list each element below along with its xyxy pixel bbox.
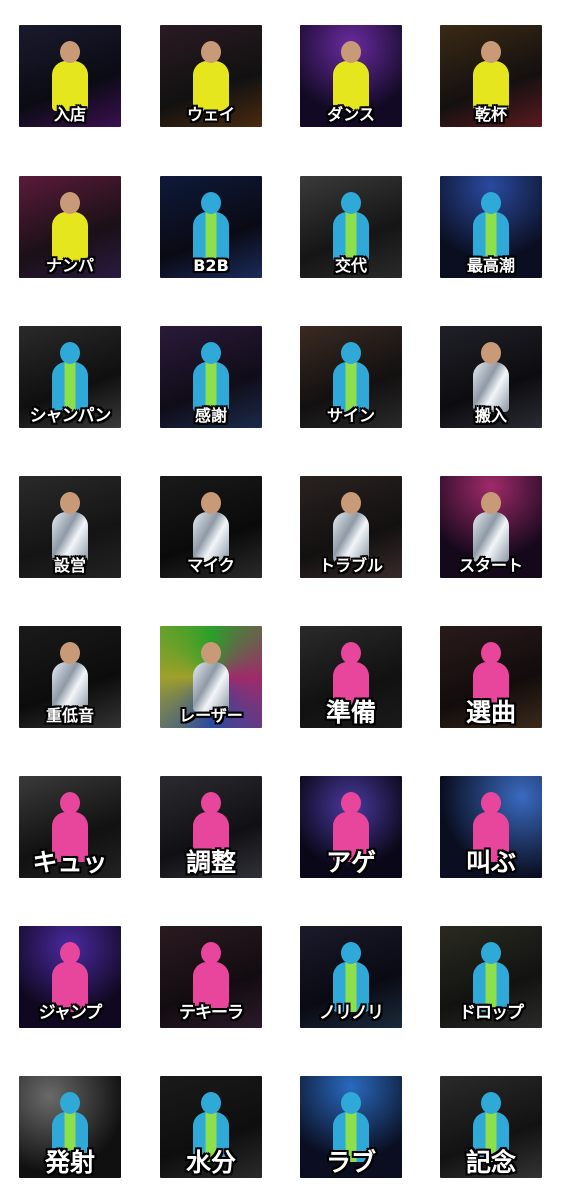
sticker-caption: 記念 [465,1148,516,1177]
sticker-item[interactable]: ラブ [300,1076,402,1178]
sticker-item[interactable]: マイク [160,476,262,578]
sticker-item[interactable]: 調整 [160,776,262,878]
sticker-caption: ジャンプ [38,1003,103,1023]
character-figure [49,342,91,412]
character-figure [49,192,91,262]
sticker-item[interactable]: 選曲 [440,626,542,728]
sticker-caption: 発射 [44,1148,95,1177]
character-figure [470,192,512,262]
sticker-caption: 設営 [53,556,86,575]
sticker-caption: 叫ぶ [465,848,516,877]
sticker-caption: スタート [458,556,523,575]
sticker-caption: 入店 [53,105,86,124]
sticker-caption: キュッ [32,848,108,877]
sticker-caption: 選曲 [465,698,516,727]
sticker-caption: 交代 [334,256,367,275]
character-figure [190,642,232,712]
sticker-caption: ドロップ [459,1003,524,1023]
character-figure [190,41,232,111]
character-figure [330,41,372,111]
character-figure [330,492,372,562]
sticker-item[interactable]: スタート [440,476,542,578]
sticker-item[interactable]: 水分 [160,1076,262,1178]
sticker-caption: 感謝 [194,406,227,425]
character-figure [190,492,232,562]
sticker-item[interactable]: サイン [300,326,402,428]
sticker-caption: サイン [326,406,375,425]
sticker-caption: ノリノリ [319,1003,384,1023]
sticker-caption: 乾杯 [474,105,507,124]
character-figure [330,342,372,412]
sticker-item[interactable]: 乾杯 [440,25,542,127]
character-figure [49,642,91,712]
sticker-caption: シャンパン [29,406,112,426]
character-figure [190,342,232,412]
character-figure [49,41,91,111]
sticker-caption: トラブル [318,556,383,575]
sticker-item[interactable]: ナンパ [19,176,121,278]
sticker-caption: 搬入 [474,406,507,425]
sticker-item[interactable]: 交代 [300,176,402,278]
sticker-item[interactable]: ジャンプ [19,926,121,1028]
sticker-item[interactable]: キュッ [19,776,121,878]
sticker-item[interactable]: ウェイ [160,25,262,127]
sticker-grid: 入店 ウェイ ダンス 乾杯ナンパ B2B 交代 最高潮シャンパン 感謝 サイン 搬入設営 マイク トラ… [0,0,562,1200]
sticker-item[interactable]: 発射 [19,1076,121,1178]
sticker-caption: 調整 [185,848,236,877]
character-figure [470,41,512,111]
sticker-item[interactable]: 記念 [440,1076,542,1178]
sticker-item[interactable]: 叫ぶ [440,776,542,878]
sticker-item[interactable]: ドロップ [440,926,542,1028]
sticker-caption: ナンパ [45,256,94,275]
character-figure [190,192,232,262]
sticker-caption: ダンス [327,105,375,124]
sticker-item[interactable]: 準備 [300,626,402,728]
sticker-item[interactable]: シャンパン [19,326,121,428]
sticker-caption: B2B [193,256,229,275]
sticker-caption: 水分 [185,1148,236,1177]
sticker-caption: テキーラ [179,1003,244,1023]
character-figure [470,492,512,562]
sticker-item[interactable]: テキーラ [160,926,262,1028]
character-figure [49,492,91,562]
sticker-item[interactable]: 入店 [19,25,121,127]
character-figure [330,192,372,262]
sticker-caption: 最高潮 [466,256,515,275]
sticker-item[interactable]: トラブル [300,476,402,578]
sticker-item[interactable]: 搬入 [440,326,542,428]
sticker-caption: レーザー [179,706,243,725]
sticker-item[interactable]: アゲ [300,776,402,878]
sticker-caption: 準備 [325,698,376,727]
sticker-caption: ラブ [325,1148,376,1177]
sticker-item[interactable]: 感謝 [160,326,262,428]
sticker-item[interactable]: B2B [160,176,262,278]
sticker-item[interactable]: ダンス [300,25,402,127]
sticker-item[interactable]: 最高潮 [440,176,542,278]
sticker-item[interactable]: 設営 [19,476,121,578]
sticker-item[interactable]: ノリノリ [300,926,402,1028]
sticker-item[interactable]: 重低音 [19,626,121,728]
sticker-caption: ウェイ [186,105,235,124]
sticker-caption: 重低音 [45,706,94,725]
character-figure [470,342,512,412]
sticker-caption: アゲ [325,848,376,877]
sticker-item[interactable]: レーザー [160,626,262,728]
sticker-caption: マイク [187,556,235,575]
